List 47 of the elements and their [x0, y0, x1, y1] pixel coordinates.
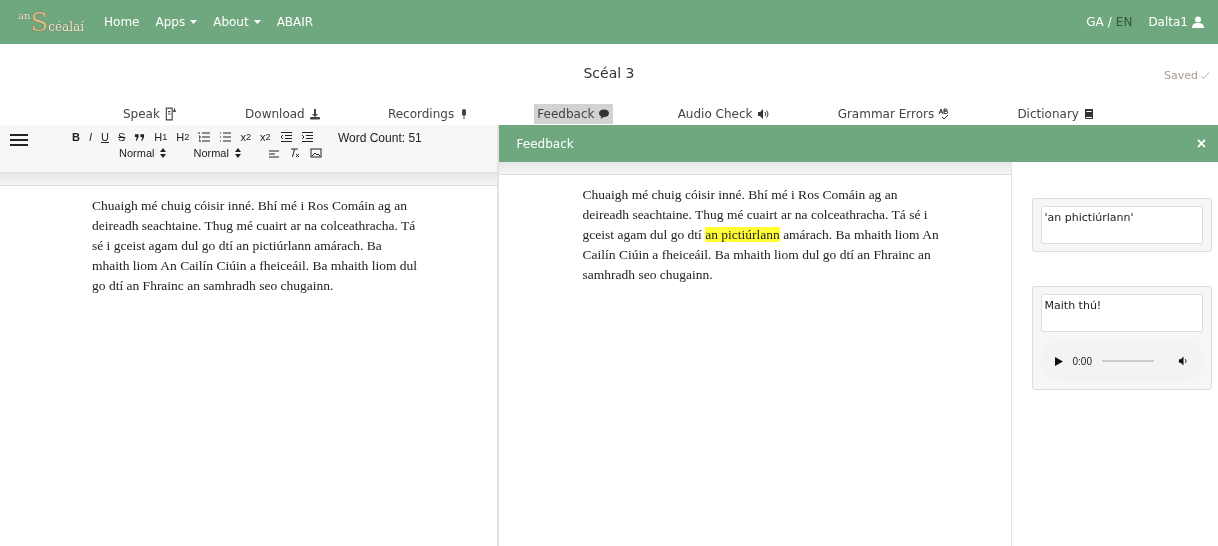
format-select[interactable]: Normal: [119, 147, 167, 159]
save-status: Saved: [1164, 69, 1210, 82]
play-icon: [1054, 356, 1063, 366]
indent-icon: [300, 131, 313, 143]
tab[interactable]: Dictionary: [1014, 103, 1098, 124]
align-left-icon: [267, 147, 280, 159]
menu-icon: [10, 133, 28, 147]
format-button[interactable]: S: [117, 131, 126, 143]
tab[interactable]: Grammar Errors: [834, 103, 954, 124]
comment-box: Maith thú!: [1040, 294, 1203, 332]
time-label: 0:00: [1072, 355, 1092, 367]
outdent-icon: [279, 131, 292, 143]
speech-bubble-icon: [598, 107, 611, 120]
book-icon: [1082, 107, 1095, 120]
image-icon: [309, 147, 322, 159]
format-button[interactable]: I: [88, 131, 92, 143]
tab[interactable]: Recordings: [384, 103, 474, 124]
document-mic-icon: [163, 106, 178, 121]
panel-title: Feedback: [516, 136, 574, 151]
updown-caret-icon: [234, 148, 241, 158]
caret-icon: [190, 20, 198, 24]
tab[interactable]: Speak: [120, 103, 181, 124]
user-icon: [1192, 16, 1204, 28]
story-text[interactable]: Chuaigh mé chuig cóisir inné. Bhí mé i Ros Comáin ag an deireadh seachtaine. Thug mé cuairt ar na colceathracha. Tá sé i gceist agam dul go dtí an pictiúrlann amárach. Ba mhaith liom An Cailín Ciúin a fheiceáil. Ba mhaith liom dul go dtí an Fhrainc an samhradh seo chugainn.: [92, 196, 422, 296]
story-title: Scéal 3: [583, 65, 635, 81]
format-select[interactable]: Normal: [193, 147, 241, 159]
check-icon: [1200, 70, 1210, 81]
tab[interactable]: Download: [242, 103, 324, 124]
format-button[interactable]: B: [72, 131, 80, 143]
audio-player[interactable]: 0:00: [1040, 340, 1203, 382]
tab[interactable]: Audio Check: [674, 103, 774, 124]
speaker-icon: [756, 107, 771, 120]
tab[interactable]: Feedback: [534, 103, 614, 124]
quote-icon: [134, 131, 146, 143]
bulleted-list-icon: [219, 131, 232, 143]
format-button[interactable]: U: [101, 131, 109, 143]
volume-icon: [1178, 355, 1189, 367]
caret-icon: [253, 20, 261, 24]
updown-caret-icon: [160, 148, 167, 158]
separator: /: [1107, 15, 1112, 29]
numbered-list-icon: [198, 131, 211, 143]
word-count: Word Count: 51: [337, 130, 422, 145]
clear-format-icon: [288, 147, 301, 159]
spellcheck-icon: [938, 107, 951, 120]
feedback-text: Chuaigh mé chuig cóisir inné. Bhí mé i Ros Comáin ag an deireadh seachtaine. Thug mé cuairt ar na colceathracha. Tá sé i gceist agam dul go dtí an pictiúrlann amárach. Ba mhaith liom An Cailín Ciúin a fheiceáil. Ba mhaith liom dul go dtí an Fhrainc an samhradh seo chugainn.: [582, 186, 940, 284]
comment-box: 'an phictiúrlann': [1040, 206, 1203, 244]
download-icon: [308, 107, 321, 120]
